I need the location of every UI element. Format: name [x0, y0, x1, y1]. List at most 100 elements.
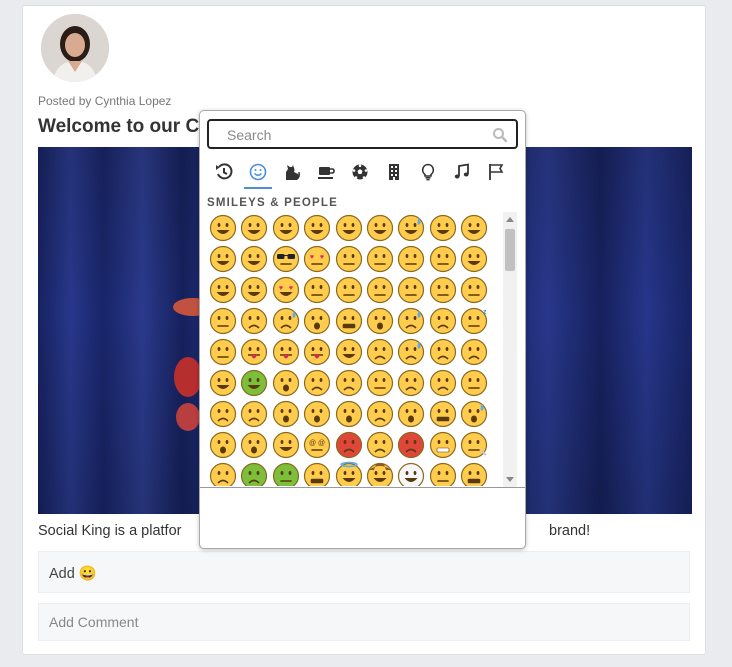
emoji-search-input[interactable] — [225, 122, 489, 148]
emoji-thermometer-face[interactable] — [459, 430, 489, 460]
emoji-kissing-smiling[interactable] — [396, 244, 426, 274]
emoji-sneezing[interactable] — [302, 461, 332, 486]
emoji-open-mouth[interactable] — [302, 306, 332, 336]
category-tab-travel[interactable] — [377, 161, 411, 187]
emoji-squinting-tongue[interactable] — [302, 337, 332, 367]
emoji-tired[interactable] — [428, 306, 458, 336]
emoji-sweat[interactable] — [396, 337, 426, 367]
emoji-relieved[interactable] — [208, 337, 238, 367]
emoji-star-struck[interactable]: ♥ ♥ — [271, 275, 301, 305]
emoji-confused[interactable] — [459, 337, 489, 367]
emoji-clown[interactable] — [396, 461, 426, 486]
emoji-zipper-mouth[interactable] — [334, 306, 364, 336]
emoji-kissing-heart[interactable] — [334, 244, 364, 274]
category-tab-objects[interactable] — [411, 161, 445, 187]
emoji-pouting[interactable] — [334, 430, 364, 460]
emoji-slight-frown[interactable] — [334, 368, 364, 398]
emoji-money-mouth[interactable] — [239, 368, 269, 398]
emoji-fearful[interactable] — [334, 399, 364, 429]
emoji-eye-roll[interactable] — [459, 275, 489, 305]
emoji-exploding-head[interactable] — [396, 399, 426, 429]
emoji-innocent[interactable] — [334, 461, 364, 486]
emoji-smiley[interactable] — [334, 213, 364, 243]
emoji-slight-smile[interactable] — [208, 275, 238, 305]
emoji-laughing[interactable] — [428, 213, 458, 243]
emoji-mask[interactable] — [428, 430, 458, 460]
emoji-heart-eyes[interactable]: ♥ ♥ — [302, 244, 332, 274]
emoji-worried[interactable] — [428, 368, 458, 398]
emoji-kissing[interactable] — [365, 244, 395, 274]
emoji-rofl[interactable] — [302, 213, 332, 243]
emoji-angry[interactable] — [365, 430, 395, 460]
emoji-winking-tongue[interactable] — [271, 337, 301, 367]
add-comment-input[interactable]: Add Comment — [38, 603, 690, 641]
category-tab-activity[interactable] — [343, 161, 377, 187]
emoji-triumph[interactable] — [459, 368, 489, 398]
category-tab-flags[interactable] — [479, 161, 513, 187]
post-caption-tail: brand! — [549, 523, 591, 539]
emoji-thinking[interactable] — [302, 275, 332, 305]
add-reaction-field[interactable]: Add 😀 — [38, 551, 690, 593]
emoji-nauseated[interactable] — [239, 461, 269, 486]
emoji-shushing[interactable] — [459, 461, 489, 486]
emoji-sweat-smile[interactable] — [396, 213, 426, 243]
emoji-astonished[interactable] — [271, 368, 301, 398]
emoji-frowning-open[interactable] — [271, 399, 301, 429]
emoji-head-bandage[interactable] — [208, 461, 238, 486]
emoji-cry[interactable] — [208, 399, 238, 429]
category-tab-food[interactable] — [309, 161, 343, 187]
emoji-no-mouth[interactable] — [428, 275, 458, 305]
emoji-smirk[interactable] — [208, 306, 238, 336]
emoji-vomiting[interactable] — [271, 461, 301, 486]
emoji-weary[interactable] — [365, 399, 395, 429]
emoji-stuck-out-tongue[interactable] — [239, 337, 269, 367]
emoji-kissing-closed-eyes[interactable] — [428, 244, 458, 274]
emoji-relaxed[interactable] — [459, 244, 489, 274]
emoji-grimacing[interactable] — [428, 399, 458, 429]
emoji-smile[interactable] — [365, 213, 395, 243]
emoji-sob[interactable] — [239, 399, 269, 429]
avatar[interactable] — [41, 14, 109, 82]
category-tab-symbols[interactable] — [445, 161, 479, 187]
emoji-raised-eyebrow[interactable] — [334, 275, 364, 305]
emoji-persevere[interactable] — [239, 306, 269, 336]
emoji-scrollbar[interactable] — [503, 212, 517, 487]
scroll-thumb[interactable] — [505, 229, 515, 271]
emoji-upside-down[interactable] — [208, 368, 238, 398]
scroll-down-arrow[interactable] — [506, 477, 514, 482]
emoji-cowboy[interactable] — [365, 461, 395, 486]
emoji-search-box[interactable] — [207, 119, 518, 149]
emoji-anguished[interactable] — [302, 399, 332, 429]
emoji-dizzy[interactable]: @ @ — [302, 430, 332, 460]
emoji-unamused[interactable] — [365, 337, 395, 367]
scroll-up-arrow[interactable] — [506, 217, 514, 222]
emoji-joy[interactable] — [271, 213, 301, 243]
emoji-grinning[interactable] — [208, 213, 238, 243]
emoji-cold-sweat[interactable] — [459, 399, 489, 429]
emoji-sleeping[interactable]: z — [459, 306, 489, 336]
emoji-blush[interactable] — [208, 244, 238, 274]
emoji-lying[interactable] — [428, 461, 458, 486]
emoji-cursing[interactable] — [396, 430, 426, 460]
emoji-confounded[interactable] — [365, 368, 395, 398]
emoji-neutral[interactable] — [365, 275, 395, 305]
emoji-sleepy[interactable] — [396, 306, 426, 336]
category-tab-recent[interactable] — [207, 161, 241, 187]
emoji-hugging[interactable] — [239, 275, 269, 305]
category-tab-animals[interactable] — [275, 161, 309, 187]
emoji-frowning[interactable] — [302, 368, 332, 398]
emoji-disappointed-relieved[interactable] — [271, 306, 301, 336]
category-tab-smileys[interactable] — [241, 161, 275, 189]
emoji-drooling[interactable] — [334, 337, 364, 367]
emoji-zany[interactable] — [271, 430, 301, 460]
emoji-yum[interactable] — [239, 244, 269, 274]
emoji-sunglasses[interactable] — [271, 244, 301, 274]
emoji-pensive[interactable] — [428, 337, 458, 367]
emoji-disappointed[interactable] — [396, 368, 426, 398]
emoji-scream[interactable] — [208, 430, 238, 460]
emoji-hushed[interactable] — [365, 306, 395, 336]
emoji-wink[interactable] — [459, 213, 489, 243]
emoji-expressionless[interactable] — [396, 275, 426, 305]
emoji-grin[interactable] — [239, 213, 269, 243]
emoji-flushed[interactable] — [239, 430, 269, 460]
